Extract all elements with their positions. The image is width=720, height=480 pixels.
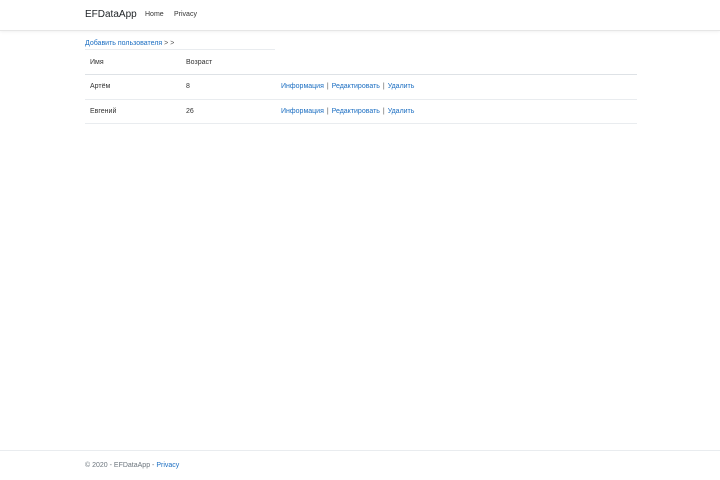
header-name: Имя: [85, 50, 181, 75]
cell-actions: Информация | Редактировать | Удалить: [276, 99, 637, 124]
edit-link[interactable]: Редактировать: [332, 108, 380, 115]
edit-link[interactable]: Редактировать: [332, 83, 380, 90]
delete-link[interactable]: Удалить: [388, 108, 415, 115]
cell-age: 26: [181, 99, 276, 124]
table-header-row: Имя Возраст: [85, 50, 637, 75]
navbar: EFDataApp Home Privacy: [0, 0, 720, 31]
table-row: Артём 8 Информация | Редактировать | Уда…: [85, 74, 637, 100]
brand-link[interactable]: EFDataApp: [85, 9, 137, 20]
add-user-link[interactable]: Добавить пользователя: [85, 40, 162, 47]
pipe-separator: |: [326, 83, 329, 91]
cell-name: Артём: [85, 74, 181, 100]
cell-name: Евгений: [85, 99, 181, 124]
nav-privacy-link[interactable]: Privacy: [174, 11, 197, 18]
pipe-separator: |: [326, 107, 329, 115]
cell-actions: Информация | Редактировать | Удалить: [276, 74, 637, 100]
table-row: Евгений 26 Информация | Редактировать | …: [85, 99, 637, 124]
copyright-text: © 2020 - EFDataApp -: [85, 462, 157, 469]
breadcrumb-separator: > >: [164, 40, 175, 47]
users-table: Имя Возраст Артём 8 Информация | Редакти…: [85, 50, 637, 124]
nav-home-link[interactable]: Home: [145, 11, 164, 18]
header-age: Возраст: [181, 50, 276, 75]
header-actions: [276, 50, 637, 75]
breadcrumb: Добавить пользователя > >: [85, 40, 174, 47]
delete-link[interactable]: Удалить: [388, 83, 415, 90]
cell-age: 8: [181, 74, 276, 100]
info-link[interactable]: Информация: [281, 108, 324, 115]
footer: © 2020 - EFDataApp - Privacy: [0, 450, 720, 480]
footer-privacy-link[interactable]: Privacy: [156, 462, 179, 469]
pipe-separator: |: [382, 83, 385, 91]
info-link[interactable]: Информация: [281, 83, 324, 90]
footer-text: © 2020 - EFDataApp - Privacy: [85, 462, 179, 469]
pipe-separator: |: [382, 107, 385, 115]
